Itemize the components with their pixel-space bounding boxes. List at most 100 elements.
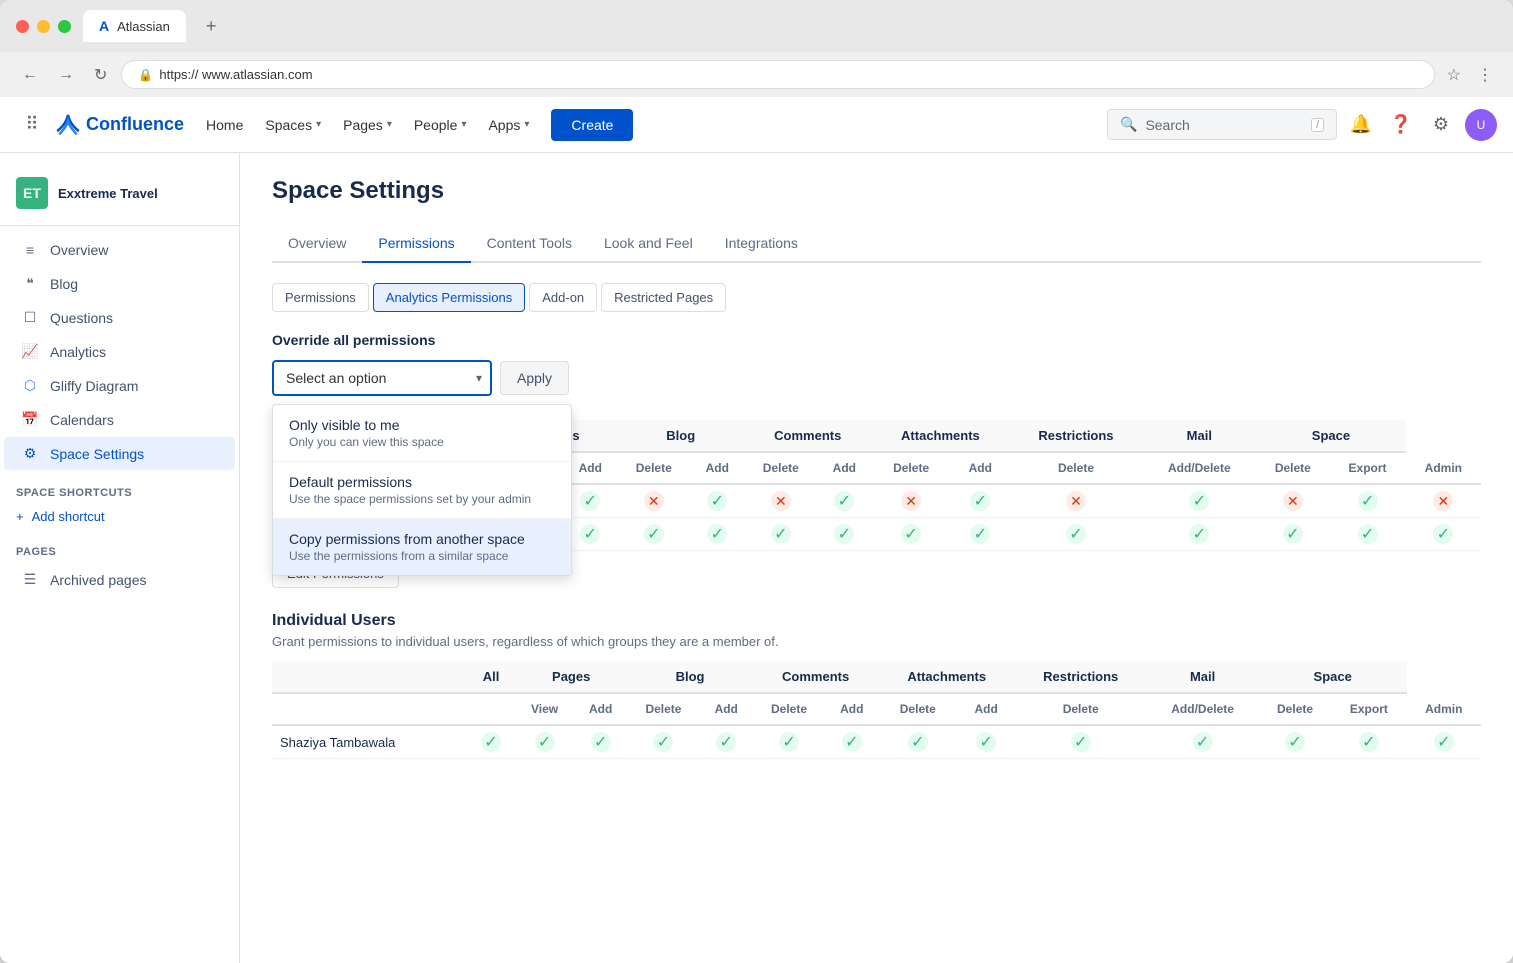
tab-overview[interactable]: Overview: [272, 225, 362, 263]
nav-apps[interactable]: Apps ▾: [478, 109, 539, 141]
tab-look-and-feel[interactable]: Look and Feel: [588, 225, 709, 263]
individual-users-title: Individual Users: [272, 612, 1481, 630]
nav-spaces[interactable]: Spaces ▾: [255, 109, 331, 141]
cell-user-mail-delete: ✓: [1259, 725, 1331, 759]
cell-user-blog-add: ✓: [700, 725, 753, 759]
cell-comments-add: ✓: [817, 484, 871, 518]
help-button[interactable]: ❓: [1385, 109, 1417, 141]
col-user-mail: Mail: [1146, 661, 1259, 693]
sub-tab-permissions[interactable]: Permissions: [272, 283, 369, 312]
col-user-space-admin: Admin: [1407, 693, 1481, 725]
col-user-blog-delete: Delete: [753, 693, 825, 725]
col-space-header: Space: [1256, 420, 1405, 452]
sub-tab-analytics-permissions[interactable]: Analytics Permissions: [373, 283, 525, 312]
browser-window: A Atlassian + ← → ↻ 🔒 https:// www.atlas…: [0, 0, 1513, 963]
user-avatar[interactable]: U: [1465, 109, 1497, 141]
close-button[interactable]: [16, 20, 29, 33]
new-tab-button[interactable]: +: [198, 12, 225, 41]
cross-icon: ✕: [771, 491, 791, 511]
tab-permissions[interactable]: Permissions: [362, 225, 470, 263]
check-icon: ✓: [716, 732, 736, 752]
nav-home[interactable]: Home: [196, 109, 253, 141]
cell-user-space-admin: ✓: [1407, 725, 1481, 759]
sidebar-item-questions[interactable]: ☐ Questions: [4, 301, 235, 334]
add-shortcut[interactable]: + Add shortcut: [0, 503, 239, 530]
confluence-logo[interactable]: Confluence: [56, 113, 184, 137]
apply-button[interactable]: Apply: [500, 361, 569, 395]
col-user-comments: Comments: [753, 661, 879, 693]
notifications-button[interactable]: 🔔: [1345, 109, 1377, 141]
sidebar-item-space-settings[interactable]: ⚙ Space Settings: [4, 437, 235, 470]
check-icon: ✓: [908, 732, 928, 752]
col-restrictions-header: Restrictions: [1010, 420, 1143, 452]
browser-tab[interactable]: A Atlassian: [83, 10, 186, 42]
browser-titlebar: A Atlassian +: [0, 0, 1513, 52]
table-row: Shaziya Tambawala ✓ ✓ ✓ ✓ ✓ ✓ ✓ ✓ ✓ ✓: [272, 725, 1481, 759]
sidebar-item-overview[interactable]: ≡ Overview: [4, 234, 235, 266]
maximize-button[interactable]: [58, 20, 71, 33]
cell-user-restrictions: ✓: [1146, 725, 1259, 759]
sidebar-item-gliffy[interactable]: ⬡ Gliffy Diagram: [4, 369, 235, 402]
browser-addressbar: ← → ↻ 🔒 https:// www.atlassian.com ☆ ⋮: [0, 52, 1513, 97]
tab-favicon: A: [99, 18, 109, 34]
col-user-group: [272, 661, 467, 693]
check-icon: ✓: [591, 732, 611, 752]
search-box[interactable]: 🔍 Search /: [1107, 109, 1337, 140]
cell-user-comments-add: ✓: [825, 725, 878, 759]
nav-pages[interactable]: Pages ▾: [333, 109, 402, 141]
sidebar-item-blog[interactable]: ❝ Blog: [4, 267, 235, 300]
cell-comments-add: ✓: [817, 518, 871, 551]
cell-space-export: ✓: [1329, 484, 1405, 518]
main-content: Space Settings Overview Permissions Cont…: [240, 153, 1513, 963]
sub-tab-restricted-pages[interactable]: Restricted Pages: [601, 283, 726, 312]
dropdown-item-default[interactable]: Default permissions Use the space permis…: [273, 462, 571, 519]
col-attachments-add: Add: [951, 452, 1010, 484]
search-placeholder: Search: [1145, 117, 1189, 133]
sidebar-item-calendars[interactable]: 📅 Calendars: [4, 403, 235, 436]
minimize-button[interactable]: [37, 20, 50, 33]
col-restrictions-add-delete: Add/Delete: [1142, 452, 1256, 484]
cross-icon: ✕: [901, 491, 921, 511]
pages-section-label: PAGES: [0, 530, 239, 562]
dropdown-item-copy[interactable]: Copy permissions from another space Use …: [273, 519, 571, 575]
menu-button[interactable]: ⋮: [1473, 61, 1497, 89]
check-icon: ✓: [1066, 524, 1086, 544]
refresh-button[interactable]: ↻: [88, 61, 113, 89]
col-attachments-delete: Delete: [1010, 452, 1143, 484]
back-button[interactable]: ←: [16, 62, 44, 88]
col-attachments-header: Attachments: [871, 420, 1009, 452]
address-bar[interactable]: 🔒 https:// www.atlassian.com: [121, 60, 1434, 89]
individual-users-section: Individual Users Grant permissions to in…: [272, 612, 1481, 759]
sidebar-item-archived[interactable]: ☰ Archived pages: [4, 563, 235, 596]
col-user-attachments: Attachments: [878, 661, 1015, 693]
search-shortcut: /: [1311, 118, 1324, 132]
app-grid-icon[interactable]: ⠿: [16, 109, 48, 141]
dropdown-item-only-me-title: Only visible to me: [289, 417, 555, 433]
space-icon: ET: [16, 177, 48, 209]
check-icon: ✓: [1434, 732, 1454, 752]
sub-tab-addon[interactable]: Add-on: [529, 283, 597, 312]
check-icon: ✓: [834, 491, 854, 511]
dropdown-item-only-me[interactable]: Only visible to me Only you can view thi…: [273, 405, 571, 462]
select-wrapper: Select an option Only visible to me Defa…: [272, 360, 492, 396]
col-comments-delete: Delete: [871, 452, 951, 484]
tab-integrations[interactable]: Integrations: [709, 225, 814, 263]
sidebar-item-label: Space Settings: [50, 446, 144, 462]
cell-user-blog-delete: ✓: [753, 725, 825, 759]
tab-content-tools[interactable]: Content Tools: [471, 225, 588, 263]
check-icon: ✓: [771, 524, 791, 544]
sidebar-item-analytics[interactable]: 📈 Analytics: [4, 335, 235, 368]
dropdown-menu: Only visible to me Only you can view thi…: [272, 404, 572, 576]
override-select[interactable]: Select an option Only visible to me Defa…: [272, 360, 492, 396]
check-icon: ✓: [842, 732, 862, 752]
forward-button[interactable]: →: [52, 62, 80, 88]
bookmark-button[interactable]: ☆: [1443, 61, 1465, 89]
col-mail-delete: Delete: [1256, 452, 1329, 484]
create-button[interactable]: Create: [551, 109, 633, 141]
nav-people[interactable]: People ▾: [404, 109, 477, 141]
settings-button[interactable]: ⚙: [1425, 109, 1457, 141]
cell-user-all: ✓: [467, 725, 515, 759]
col-user-all: All: [467, 661, 515, 693]
add-icon: +: [16, 509, 24, 524]
col-user-comments-delete: Delete: [878, 693, 957, 725]
